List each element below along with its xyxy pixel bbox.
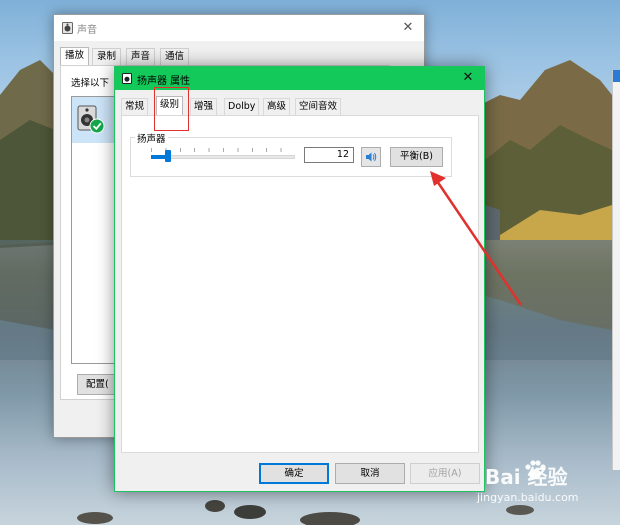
background-window-accent bbox=[613, 70, 620, 82]
tab-spatial-sound[interactable]: 空间音效 bbox=[295, 98, 342, 115]
tab-highlight-annotation bbox=[154, 87, 189, 131]
cancel-button[interactable]: 取消 bbox=[335, 463, 405, 484]
close-icon[interactable]: ✕ bbox=[398, 18, 418, 38]
watermark-url: jingyan.baidu.com bbox=[477, 491, 579, 504]
volume-slider[interactable] bbox=[151, 148, 295, 162]
tab-enhancements[interactable]: 增强 bbox=[190, 98, 218, 115]
slider-ticks bbox=[151, 148, 295, 152]
tab-communications[interactable]: 通信 bbox=[160, 48, 190, 65]
speaker-default-icon bbox=[77, 105, 105, 134]
slider-track bbox=[151, 155, 295, 159]
baidu-watermark: Bai 经验 jingyan.baidu.com bbox=[465, 455, 615, 521]
playback-instruction: 选择以下 bbox=[71, 78, 110, 89]
ok-button[interactable]: 确定 bbox=[259, 463, 329, 484]
tab-dolby[interactable]: Dolby bbox=[224, 98, 260, 115]
levels-panel: 扬声器 12 平衡(B) bbox=[121, 115, 479, 453]
slider-thumb[interactable] bbox=[165, 150, 171, 162]
tab-general[interactable]: 常规 bbox=[121, 98, 149, 115]
speaker-icon bbox=[366, 152, 377, 162]
properties-title: 扬声器 属性 bbox=[137, 76, 191, 87]
speaker-level-label: 扬声器 bbox=[135, 131, 168, 145]
speaker-device-icon bbox=[122, 73, 132, 84]
speaker-level-group: 扬声器 12 平衡(B) bbox=[130, 131, 452, 177]
volume-level-input[interactable]: 12 bbox=[304, 147, 354, 163]
tab-recording[interactable]: 录制 bbox=[92, 48, 122, 65]
tab-advanced[interactable]: 高级 bbox=[263, 98, 291, 115]
close-icon[interactable]: ✕ bbox=[458, 68, 478, 88]
tab-playback[interactable]: 播放 bbox=[60, 47, 90, 66]
sound-window-title: 声音 bbox=[77, 25, 97, 36]
sound-window-titlebar[interactable]: 声音 ✕ bbox=[54, 15, 424, 41]
mute-button[interactable] bbox=[361, 147, 381, 167]
background-window-edge bbox=[612, 70, 620, 470]
tab-sounds[interactable]: 声音 bbox=[126, 48, 156, 65]
watermark-brand: Bai 经验 bbox=[485, 465, 568, 489]
speaker-device-icon bbox=[62, 22, 73, 34]
balance-button[interactable]: 平衡(B) bbox=[390, 147, 443, 167]
